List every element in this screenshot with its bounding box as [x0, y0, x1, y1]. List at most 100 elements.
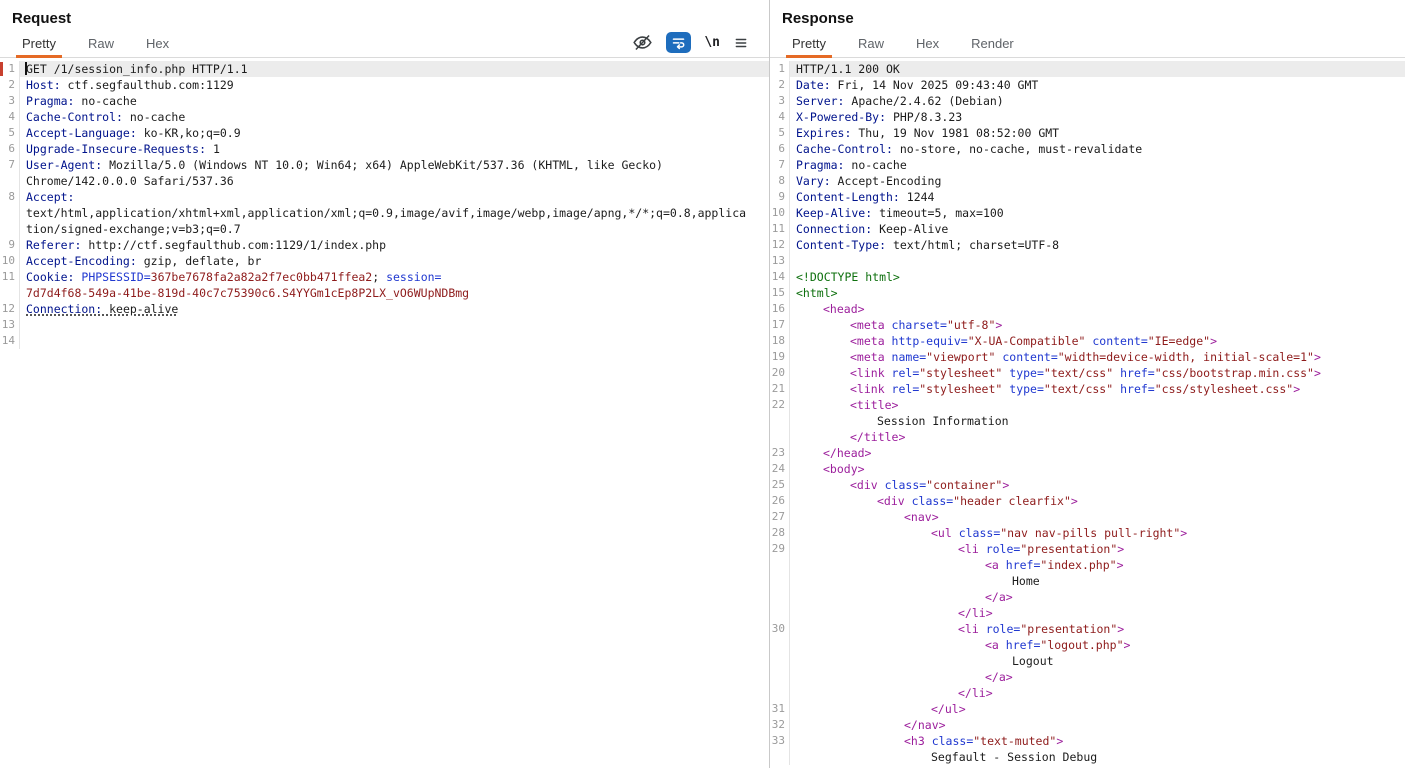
response-tab-pretty[interactable]: Pretty: [789, 32, 829, 57]
request-title: Request: [0, 0, 769, 32]
line-number: 11: [770, 221, 790, 237]
request-tab-hex[interactable]: Hex: [143, 32, 172, 57]
line-content: <ul class="nav nav-pills pull-right">: [790, 525, 1405, 541]
code-line: 31</ul>: [770, 701, 1405, 717]
line-number: [770, 669, 790, 685]
line-content: <div class="container">: [790, 477, 1405, 493]
code-line: 10Keep-Alive: timeout=5, max=100: [770, 205, 1405, 221]
line-content: Connection: keep-alive: [20, 301, 769, 317]
hidden-eye-icon[interactable]: [632, 32, 653, 53]
line-number: 1: [770, 61, 790, 77]
line-content: User-Agent: Mozilla/5.0 (Windows NT 10.0…: [20, 157, 769, 173]
line-content: Cache-Control: no-cache: [20, 109, 769, 125]
code-line: 6Cache-Control: no-store, no-cache, must…: [770, 141, 1405, 157]
line-number: 18: [770, 333, 790, 349]
line-content: <a href="index.php">: [790, 557, 1405, 573]
line-content: <link rel="stylesheet" type="text/css" h…: [790, 365, 1405, 381]
line-content: Cookie: PHPSESSID=367be7678fa2a82a2f7ec0…: [20, 269, 769, 285]
code-line: 9Referer: http://ctf.segfaulthub.com:112…: [0, 237, 769, 253]
request-tab-raw[interactable]: Raw: [85, 32, 117, 57]
code-line: <a href="logout.php">: [770, 637, 1405, 653]
line-number: 10: [0, 253, 20, 269]
response-tab-hex[interactable]: Hex: [913, 32, 942, 57]
line-number: 12: [770, 237, 790, 253]
line-number: [770, 589, 790, 605]
line-content: Chrome/142.0.0.0 Safari/537.36: [20, 173, 769, 189]
line-content: Keep-Alive: timeout=5, max=100: [790, 205, 1405, 221]
line-number: 15: [770, 285, 790, 301]
code-line: 14<!DOCTYPE html>: [770, 269, 1405, 285]
line-content: <meta http-equiv="X-UA-Compatible" conte…: [790, 333, 1405, 349]
code-line: 13: [770, 253, 1405, 269]
code-line: 1GET /1/session_info.php HTTP/1.1: [0, 61, 769, 77]
code-line: 20<link rel="stylesheet" type="text/css"…: [770, 365, 1405, 381]
line-content: Accept:: [20, 189, 769, 205]
code-line: 3Server: Apache/2.4.62 (Debian): [770, 93, 1405, 109]
code-line: 2Host: ctf.segfaulthub.com:1129: [0, 77, 769, 93]
request-tab-pretty[interactable]: Pretty: [19, 32, 59, 57]
line-content: </head>: [790, 445, 1405, 461]
line-number: 22: [770, 397, 790, 413]
response-tab-render[interactable]: Render: [968, 32, 1017, 57]
line-content: Session Information: [790, 413, 1405, 429]
line-number: [770, 653, 790, 669]
response-panel: Response PrettyRawHexRender 1HTTP/1.1 20…: [770, 0, 1405, 768]
text-caret: [25, 62, 27, 75]
line-number: [770, 637, 790, 653]
line-content: </li>: [790, 685, 1405, 701]
line-content: <meta charset="utf-8">: [790, 317, 1405, 333]
line-number: 26: [770, 493, 790, 509]
line-number: 5: [770, 125, 790, 141]
line-number: 8: [770, 173, 790, 189]
line-content: 7d7d4f68-549a-41be-819d-40c7c75390c6.S4Y…: [20, 285, 769, 301]
request-tabbar: Pretty Raw Hex: [0, 32, 769, 58]
line-number: 6: [770, 141, 790, 157]
line-content: </ul>: [790, 701, 1405, 717]
line-content: <meta name="viewport" content="width=dev…: [790, 349, 1405, 365]
line-number: [0, 221, 20, 237]
code-line: 8Accept:: [0, 189, 769, 205]
response-tabbar: Pretty Raw Hex Render: [770, 32, 1405, 58]
code-line: </a>: [770, 669, 1405, 685]
code-line: 27<nav>: [770, 509, 1405, 525]
line-content: X-Powered-By: PHP/8.3.23: [790, 109, 1405, 125]
code-line: 29<li role="presentation">: [770, 541, 1405, 557]
line-number: 29: [770, 541, 790, 557]
line-content: Home: [790, 573, 1405, 589]
line-number: 12: [0, 301, 20, 317]
code-line: 1HTTP/1.1 200 OK: [770, 61, 1405, 77]
code-line: 18<meta http-equiv="X-UA-Compatible" con…: [770, 333, 1405, 349]
line-number: 7: [770, 157, 790, 173]
request-editor[interactable]: 1GET /1/session_info.php HTTP/1.12Host: …: [0, 58, 769, 768]
code-line: Home: [770, 573, 1405, 589]
code-line: 17<meta charset="utf-8">: [770, 317, 1405, 333]
line-content: <head>: [790, 301, 1405, 317]
line-number: [0, 173, 20, 189]
line-content: <link rel="stylesheet" type="text/css" h…: [790, 381, 1405, 397]
line-number: 17: [770, 317, 790, 333]
line-content: Upgrade-Insecure-Requests: 1: [20, 141, 769, 157]
line-content: Connection: Keep-Alive: [790, 221, 1405, 237]
message-editor: Request Pretty Raw Hex: [0, 0, 1405, 768]
code-line: 10Accept-Encoding: gzip, deflate, br: [0, 253, 769, 269]
code-line: 6Upgrade-Insecure-Requests: 1: [0, 141, 769, 157]
code-line: 28<ul class="nav nav-pills pull-right">: [770, 525, 1405, 541]
code-line: 9Content-Length: 1244: [770, 189, 1405, 205]
wrap-lines-icon[interactable]: [666, 32, 691, 53]
line-content: Referer: http://ctf.segfaulthub.com:1129…: [20, 237, 769, 253]
response-editor[interactable]: 1HTTP/1.1 200 OK2Date: Fri, 14 Nov 2025 …: [770, 58, 1405, 768]
newline-label: \n: [704, 35, 720, 50]
line-content: HTTP/1.1 200 OK: [790, 61, 1405, 77]
newline-icon[interactable]: \n: [704, 35, 720, 50]
line-number: 33: [770, 733, 790, 749]
line-number: 5: [0, 125, 20, 141]
code-line: Logout: [770, 653, 1405, 669]
line-content: <body>: [790, 461, 1405, 477]
code-line: 19<meta name="viewport" content="width=d…: [770, 349, 1405, 365]
code-line: 21<link rel="stylesheet" type="text/css"…: [770, 381, 1405, 397]
menu-icon[interactable]: [733, 36, 749, 50]
line-number: 3: [0, 93, 20, 109]
line-content: Host: ctf.segfaulthub.com:1129: [20, 77, 769, 93]
response-tab-raw[interactable]: Raw: [855, 32, 887, 57]
line-number: 4: [0, 109, 20, 125]
